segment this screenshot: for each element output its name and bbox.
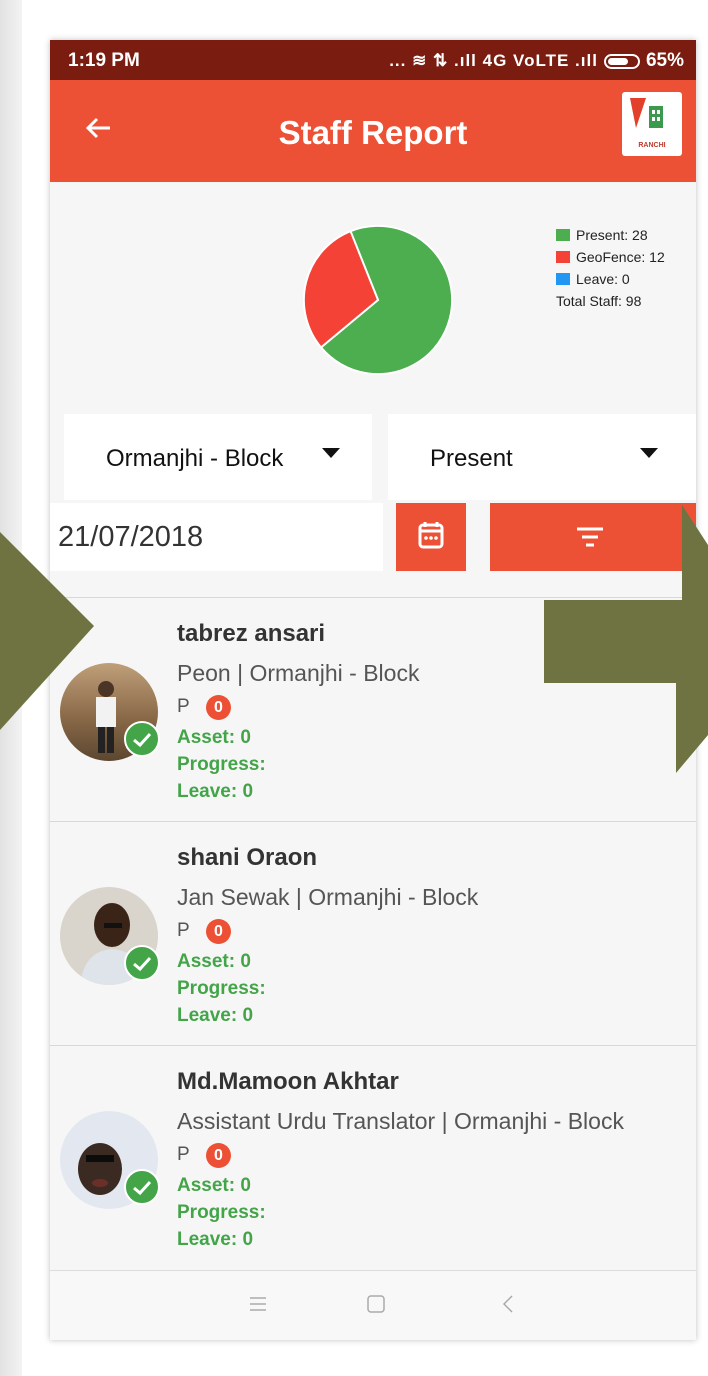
leave-text: Leave: 0 [177, 1229, 254, 1250]
system-nav-bar [50, 1270, 696, 1340]
home-square-icon[interactable] [365, 1293, 387, 1322]
logo-graphic-icon [630, 98, 663, 128]
asset-text: Asset: 0 [177, 727, 251, 748]
staff-status: P [177, 696, 190, 717]
pie-chart [302, 224, 454, 376]
legend-label-total: Total Staff: 98 [556, 293, 642, 309]
asset-text: Asset: 0 [177, 1175, 251, 1196]
check-circle-icon [124, 1169, 160, 1205]
legend-swatch-geofence [556, 251, 570, 263]
chart-legend: Present: 28 GeoFence: 12 Leave: 0 Total … [556, 224, 665, 312]
attendance-chart: Present: 28 GeoFence: 12 Leave: 0 Total … [50, 182, 696, 412]
signal-icons: ... ≋ ⇅ .ıll 4G VoLTE .ıll [389, 51, 598, 70]
dropdown-arrow-icon [322, 448, 340, 458]
staff-row[interactable]: shani Oraon Jan Sewak | Ormanjhi - Block… [50, 822, 696, 1045]
status-time: 1:19 PM [68, 50, 140, 71]
calendar-icon [418, 522, 444, 549]
chevron-left-icon [502, 1295, 513, 1313]
square-icon [367, 1295, 385, 1313]
status-dropdown-value: Present [430, 445, 513, 472]
legend-geofence: GeoFence: 12 [556, 246, 665, 268]
staff-role: Assistant Urdu Translator | Ormanjhi - B… [177, 1108, 624, 1134]
staff-row[interactable]: Md.Mamoon Akhtar Assistant Urdu Translat… [50, 1046, 696, 1269]
menu-lines-icon [250, 1297, 266, 1311]
legend-label-geofence: GeoFence: 12 [576, 249, 665, 265]
leave-text: Leave: 0 [177, 781, 254, 802]
check-mark-icon [133, 956, 152, 972]
asset-text: Asset: 0 [177, 951, 251, 972]
menu-icon[interactable] [248, 1293, 268, 1322]
battery-level: 65% [645, 50, 684, 71]
count-badge: 0 [206, 1143, 231, 1168]
page-title: Staff Report [278, 114, 468, 151]
staff-role: Peon | Ormanjhi - Block [177, 660, 420, 686]
back-chevron-icon[interactable] [500, 1293, 516, 1322]
app-bar: Staff Report RANCHI [50, 80, 696, 182]
status-right: ... ≋ ⇅ .ıll 4G VoLTE .ıll 65% [389, 50, 684, 72]
count-badge: 0 [206, 695, 231, 720]
progress-text: Progress: [177, 978, 266, 999]
check-circle-icon [124, 721, 160, 757]
leave-text: Leave: 0 [177, 1005, 254, 1026]
check-circle-icon [124, 945, 160, 981]
legend-label-present: Present: 28 [576, 227, 648, 243]
logo-text: RANCHI [638, 142, 666, 149]
legend-present: Present: 28 [556, 224, 665, 246]
status-bar: 1:19 PM ... ≋ ⇅ .ıll 4G VoLTE .ıll 65% [50, 40, 696, 80]
check-mark-icon [133, 1180, 152, 1196]
count-badge: 0 [206, 919, 231, 944]
battery-icon [603, 53, 640, 69]
legend-swatch-leave [556, 273, 570, 285]
block-dropdown[interactable]: Ormanjhi - Block [64, 414, 372, 500]
progress-text: Progress: [177, 754, 266, 775]
staff-name: tabrez ansari [177, 620, 326, 647]
staff-role: Jan Sewak | Ormanjhi - Block [177, 884, 479, 910]
overlay-arrow-right [544, 505, 708, 773]
legend-total: Total Staff: 98 [556, 290, 665, 312]
staff-status: P [177, 920, 190, 941]
ranchi-logo: RANCHI [622, 92, 682, 156]
overlay-arrow-left [0, 532, 94, 730]
staff-status: P [177, 1144, 190, 1165]
staff-name: shani Oraon [177, 844, 318, 871]
staff-name: Md.Mamoon Akhtar [177, 1068, 399, 1095]
legend-swatch-present [556, 229, 570, 241]
block-dropdown-value: Ormanjhi - Block [106, 445, 284, 472]
legend-leave: Leave: 0 [556, 268, 665, 290]
dropdown-arrow-icon [640, 448, 658, 458]
calendar-button[interactable] [396, 503, 466, 571]
check-mark-icon [133, 732, 152, 748]
status-dropdown[interactable]: Present [388, 414, 696, 500]
progress-text: Progress: [177, 1202, 266, 1223]
legend-label-leave: Leave: 0 [576, 271, 630, 287]
